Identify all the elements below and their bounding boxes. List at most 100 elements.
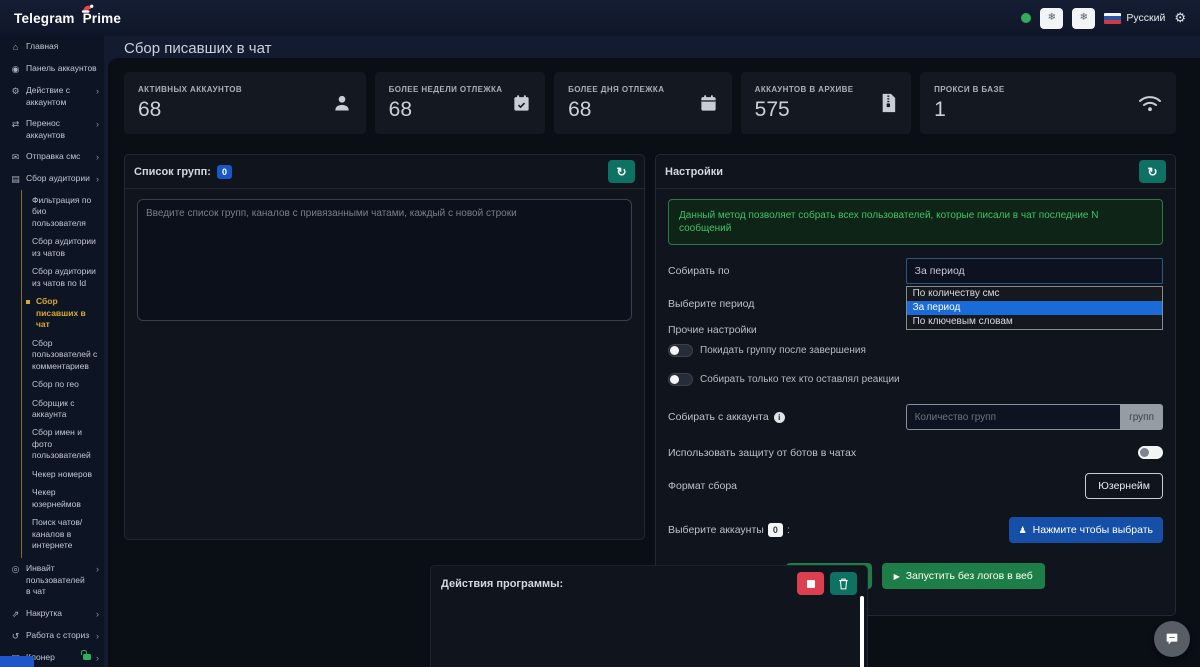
dropdown-option[interactable]: По количеству смс <box>907 287 1162 301</box>
sidebar-subitem[interactable]: Фильтрация по био пользователя <box>22 191 104 232</box>
refresh-icon: ↻ <box>616 165 626 179</box>
play-icon: ▶ <box>894 572 900 581</box>
logo-text-telegram: Telegram <box>14 11 75 26</box>
settings-panel: Настройки ↻ Данный метод позволяет собра… <box>655 154 1176 616</box>
calendar-check-icon <box>512 94 531 113</box>
collect-by-dropdown: По количеству смсЗа периодПо ключевым сл… <box>906 286 1163 330</box>
collect-by-select[interactable]: За период <box>906 258 1163 284</box>
sidebar-subitem[interactable]: Сбор аудитории из чатов <box>22 233 104 263</box>
theme-toggle-button-2[interactable]: ❄ <box>1072 8 1095 29</box>
sidebar-item-label: Перенос аккаунтов <box>26 118 91 141</box>
groups-panel: Список групп: 0 ↻ <box>124 154 645 540</box>
accounts-label: Выберите аккаунты <box>668 524 764 536</box>
stop-button[interactable] <box>797 572 824 595</box>
sidebar-subitem[interactable]: Чекер номеров <box>22 465 104 483</box>
invite-icon: ◎ <box>10 563 21 575</box>
chevron-right-icon: › <box>96 630 99 642</box>
language-selector[interactable]: Русский <box>1104 12 1165 24</box>
period-label: Выберите период <box>668 298 754 310</box>
sidebar-subitem[interactable]: Сбор имен и фото пользователей <box>22 424 104 465</box>
dropdown-option[interactable]: По ключевым словам <box>907 315 1162 329</box>
boost-icon: ⇗ <box>10 608 21 620</box>
reactions-only-label: Собирать только тех кто оставлял реакции <box>700 374 900 385</box>
sidebar-subitem[interactable]: Сбор по гео <box>22 376 104 394</box>
page-title: Сбор писавших в чат <box>124 40 272 57</box>
log-scrollbar[interactable] <box>860 596 864 667</box>
sidebar-subitem[interactable]: Чекер юзернеймов <box>22 484 104 514</box>
stat-card-wifi: ПРОКСИ В БАЗЕ 1 <box>920 72 1176 134</box>
sidebar-subitem[interactable]: Сбор аудитории из чатов по Id <box>22 263 104 293</box>
stat-card-calendar-check: БОЛЕЕ НЕДЕЛИ ОТЛЕЖКА 68 <box>375 72 545 134</box>
format-select-button[interactable]: Юзернейм <box>1085 473 1163 499</box>
sidebar-submenu: Фильтрация по био пользователяСбор аудит… <box>21 190 104 558</box>
groups-list-textarea[interactable] <box>137 199 632 321</box>
sidebar-item-send-sms[interactable]: ✉Отправка смс› <box>0 146 104 168</box>
content-area: АКТИВНЫХ АККАУНТОВ68БОЛЕЕ НЕДЕЛИ ОТЛЕЖКА… <box>108 58 1200 667</box>
sidebar-item-boost[interactable]: ⇗Накрутка› <box>0 603 104 625</box>
snowflake-icon: ❄ <box>1080 12 1088 23</box>
stat-label: АКТИВНЫХ АККАУНТОВ <box>138 85 242 94</box>
sidebar-subitem-active[interactable]: Сбор писавших в чат <box>22 293 104 334</box>
sidebar-item-account-action[interactable]: ⚙Действие с аккаунтом› <box>0 80 104 113</box>
stat-value: 1 <box>934 98 1005 122</box>
sidebar-item-label: Инвайт пользователей в чат <box>26 563 91 597</box>
refresh-icon: ↻ <box>1147 165 1157 179</box>
sidebar-item-home[interactable]: ⌂ Главная <box>0 36 104 58</box>
users-icon: ◉ <box>10 63 21 75</box>
bot-protection-toggle[interactable] <box>1138 446 1163 459</box>
stat-label: БОЛЕЕ НЕДЕЛИ ОТЛЕЖКА <box>389 85 503 94</box>
groups-count-input[interactable] <box>906 404 1120 430</box>
sidebar-subitem[interactable]: Сборщик с аккаунта <box>22 394 104 424</box>
home-icon: ⌂ <box>10 41 21 53</box>
sidebar-subitem[interactable]: Сбор пользователей с комментариев <box>22 334 104 375</box>
language-label: Русский <box>1126 12 1165 24</box>
select-accounts-button[interactable]: ♟ Нажмите чтобы выбрать <box>1009 517 1163 543</box>
audience-icon: ▤ <box>10 173 21 185</box>
chevron-right-icon: › <box>96 608 99 620</box>
groups-refresh-button[interactable]: ↻ <box>608 160 635 183</box>
sidebar-item-invite[interactable]: ◎Инвайт пользователей в чат› <box>0 558 104 602</box>
settings-gear-button[interactable]: ⚙ <box>1174 10 1186 26</box>
sidebar-item-stories[interactable]: ↺Работа с сториз› <box>0 625 104 647</box>
stop-icon <box>807 580 815 588</box>
sms-icon: ✉ <box>10 151 21 163</box>
wifi-icon <box>1138 93 1162 113</box>
santa-hat-icon <box>80 3 95 14</box>
stat-value: 68 <box>138 98 242 122</box>
stat-card-archive-file: АККАУНТОВ В АРХИВЕ575 <box>741 72 911 134</box>
stat-label: АККАУНТОВ В АРХИВЕ <box>755 85 854 94</box>
sidebar: ⌂Главная◉Панель аккаунтов⚙Действие с акк… <box>0 36 104 667</box>
sidebar-item-audience-collect[interactable]: ▤Сбор аудитории› <box>0 168 104 190</box>
dropdown-option[interactable]: За период <box>907 301 1162 315</box>
settings-refresh-button[interactable]: ↻ <box>1139 160 1166 183</box>
main-area: Сбор писавших в чат АКТИВНЫХ АККАУНТОВ 68… <box>104 36 1200 667</box>
groups-suffix: групп <box>1120 404 1163 430</box>
sidebar-subitem[interactable]: Поиск чатов/каналов в интернете <box>22 514 104 555</box>
transfer-icon: ⇄ <box>10 118 21 130</box>
sidebar-bottom-accent <box>0 656 34 667</box>
accounts-count-badge: 0 <box>768 523 783 537</box>
run-no-logs-button[interactable]: ▶ Запустить без логов в веб <box>882 563 1045 589</box>
stat-label: ПРОКСИ В БАЗЕ <box>934 85 1005 94</box>
sidebar-item-label: Действие с аккаунтом <box>26 85 91 108</box>
sidebar-item-accounts-transfer[interactable]: ⇄ Перенос аккаунтов › <box>0 113 104 146</box>
top-navbar: Telegram Prime ❄ ❄ Русский ⚙ <box>0 0 1200 36</box>
chevron-right-icon: › <box>96 85 99 97</box>
chevron-right-icon: › <box>96 151 99 163</box>
reactions-only-toggle[interactable] <box>668 373 693 386</box>
stat-value: 68 <box>389 98 503 122</box>
leave-group-toggle[interactable] <box>668 344 693 357</box>
accounts-colon: : <box>787 524 790 536</box>
person-icon: ♟ <box>1019 525 1027 536</box>
program-actions-title: Действия программы: <box>441 578 563 590</box>
support-chat-button[interactable] <box>1154 621 1190 657</box>
clear-log-button[interactable] <box>830 572 857 595</box>
app-logo[interactable]: Telegram Prime <box>14 11 121 26</box>
chevron-right-icon: › <box>96 652 99 664</box>
chevron-right-icon: › <box>96 118 99 130</box>
sidebar-item-accounts-panel[interactable]: ◉Панель аккаунтов <box>0 58 104 80</box>
russia-flag-icon <box>1104 13 1121 24</box>
sidebar-item-label: Главная <box>26 41 99 52</box>
stats-row: АКТИВНЫХ АККАУНТОВ68БОЛЕЕ НЕДЕЛИ ОТЛЕЖКА… <box>124 72 1176 134</box>
theme-toggle-button-1[interactable]: ❄ <box>1040 8 1063 29</box>
